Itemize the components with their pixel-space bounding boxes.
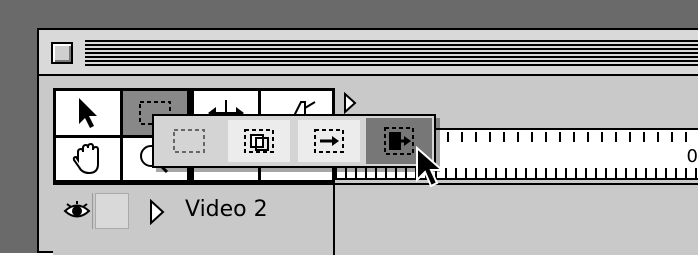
ruler-zero-label: 0 <box>686 146 698 167</box>
ruler-header <box>335 88 698 116</box>
range-select-icon <box>173 129 205 153</box>
track-name-label: Video 2 <box>185 197 268 222</box>
range-select-tool-option[interactable] <box>156 118 222 164</box>
title-bar[interactable] <box>39 30 698 76</box>
disclosure-triangle-icon[interactable] <box>343 92 357 114</box>
track-header: Video 2 <box>53 183 335 255</box>
track-expand-triangle-icon[interactable] <box>149 199 165 225</box>
ruler-ticks-bottom <box>335 168 698 178</box>
eye-icon <box>63 201 90 218</box>
selection-tool-flyout <box>152 114 436 168</box>
block-select-tool-option[interactable] <box>226 118 292 164</box>
title-bar-stripes <box>85 40 698 66</box>
track-lock-toggle[interactable] <box>95 193 129 229</box>
arrow-pointer-icon <box>79 98 97 128</box>
block-select-icon <box>244 129 274 153</box>
track-content-area[interactable] <box>335 183 698 255</box>
track-select-tool-option[interactable] <box>296 118 362 164</box>
multitrack-select-icon <box>384 127 414 155</box>
hand-tool-button[interactable] <box>55 137 121 181</box>
track-select-icon <box>314 129 344 153</box>
mouse-cursor-icon <box>416 146 444 188</box>
track-visibility-toggle[interactable] <box>61 193 93 229</box>
selection-tool-button[interactable] <box>55 90 121 136</box>
close-box-button[interactable] <box>51 42 73 64</box>
hand-icon <box>72 142 99 175</box>
